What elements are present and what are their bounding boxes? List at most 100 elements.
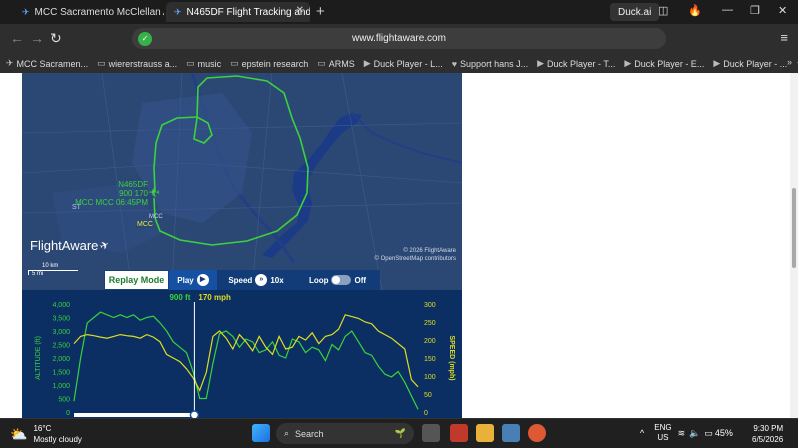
bookmark-item[interactable]: ▶ Duck Player - T... [537, 58, 615, 69]
osm-text[interactable]: © OpenStreetMap contributors [375, 255, 456, 263]
search-highlight-icon: 🌱 [394, 428, 406, 438]
aircraft-tail: N465DF [118, 180, 148, 189]
clock-time: 9:30 PM [753, 424, 784, 433]
y-right-tick-label: 200 [424, 338, 436, 345]
tab-n465df-tracking[interactable]: ✈ N465DF Flight Tracking and H ✕ [166, 2, 310, 22]
reload-icon[interactable]: ↻ [50, 30, 62, 47]
y-left-tick-label: 3,000 [52, 329, 70, 336]
windows-start-icon[interactable] [252, 424, 270, 442]
file-explorer-icon[interactable] [476, 424, 494, 442]
bookmark-item[interactable]: ✈ MCC Sacramen... [6, 58, 88, 69]
play-icon: ▶ [624, 58, 632, 68]
y-right-axis-label: SPEED (mph) [448, 335, 455, 380]
heart-icon: ♥ [451, 58, 458, 69]
city-area [132, 93, 252, 223]
logo-text: FlightAware [30, 238, 99, 253]
menu-icon[interactable]: ≡ [780, 30, 788, 45]
clock[interactable]: 9:30 PM 6/5/2026 [752, 423, 783, 445]
bookmark-item[interactable]: ▭ epstein research [230, 58, 308, 69]
y-left-axis-label: ALTITUDE (ft) [35, 336, 42, 380]
bookmark-item[interactable]: ▶ Duck Player - ... [713, 58, 787, 69]
forward-icon[interactable]: → [30, 30, 44, 46]
duckduckgo-icon[interactable] [528, 424, 546, 442]
close-tab-icon[interactable]: ✕ [296, 5, 304, 16]
app-red-icon[interactable] [450, 424, 468, 442]
loop-toggle[interactable]: Loop Off [295, 270, 380, 290]
folder-icon: ▭ [230, 58, 239, 68]
bookmark-item[interactable]: ▭ music [186, 58, 221, 69]
scale-km: 10 km [42, 263, 59, 269]
page-scrollbar[interactable] [790, 73, 798, 418]
duck-ai-button[interactable]: Duck.ai [610, 3, 660, 21]
loop-state: Off [354, 275, 367, 285]
replay-controls: Replay Mode Play ▶ Speed » 10x Loop Off [22, 270, 462, 290]
bookmark-item[interactable]: ♥ Support hans J... [452, 59, 528, 69]
bookmark-item[interactable]: ▭ ARMS [317, 58, 355, 69]
y-left-tick-label: 2,500 [52, 343, 70, 350]
aircraft-icon[interactable]: ✈ [148, 183, 160, 200]
back-icon[interactable]: ← [10, 30, 24, 46]
scrollbar-thumb[interactable] [792, 188, 796, 268]
bookmark-label: Duck Player - L... [373, 58, 443, 69]
speed-button[interactable]: Speed » 10x [217, 270, 295, 290]
language-code: ENG [654, 423, 672, 432]
taskbar: ⛅ 16°C Mostly cloudy ⌕ Search 🌱 ^ ENG US… [0, 418, 798, 448]
speed-value: 10x [270, 275, 284, 285]
url-field[interactable]: ✓ www.flightaware.com [132, 28, 666, 49]
folder-icon: ▭ [186, 58, 195, 68]
tab-title: MCC Sacramento McClellan Airpo [34, 6, 164, 18]
bookmark-item[interactable]: ▶ Duck Player - E... [624, 58, 704, 69]
page-viewport: ST MCC ✈ N465DF 900 170 MCC MCC 06:45PM … [0, 73, 790, 418]
copyright-text: © 2026 FlightAware [403, 248, 456, 254]
tab-mcc-sacramento[interactable]: ✈ MCC Sacramento McClellan Airpo [14, 2, 164, 22]
system-tray[interactable]: ^ ENG US ≋ 🔈 ▭ 45% [640, 423, 733, 443]
sidebar-toggle-icon[interactable]: ◫ [658, 4, 668, 17]
weather-widget[interactable]: ⛅ 16°C Mostly cloudy [10, 423, 82, 445]
altitude-series-line [73, 311, 419, 410]
new-tab-icon[interactable]: + [316, 3, 325, 20]
play-label: Play [177, 275, 194, 285]
tab-bar: ✈ MCC Sacramento McClellan Airpo ✈ N465D… [0, 0, 798, 24]
close-window-icon[interactable]: ✕ [778, 4, 787, 17]
y-left-tick-label: 1,000 [52, 383, 70, 390]
play-icon: ▶ [363, 58, 371, 68]
bookmark-label: Duck Player - E... [634, 58, 705, 69]
chevron-up-icon[interactable]: ^ [640, 428, 644, 438]
play-icon: ▶ [196, 274, 209, 286]
flightaware-logo[interactable]: FlightAware ✈ [30, 238, 112, 253]
y-left-tick-label: 3,500 [52, 316, 70, 323]
bookmark-label: epstein research [241, 58, 309, 69]
toggle-switch-icon[interactable] [331, 275, 352, 285]
altitude-readout: 900 ft [169, 293, 190, 302]
cloudy-weather-icon: ⛅ [10, 425, 28, 442]
maximize-icon[interactable]: ❐ [750, 4, 760, 17]
bookmark-item[interactable]: ▶ Duck Player - L... [364, 58, 443, 69]
y-right-tick-label: 150 [424, 356, 436, 363]
map-airport-dot: MCC [149, 214, 163, 220]
play-button[interactable]: Play ▶ [169, 270, 217, 290]
fire-icon[interactable]: 🔥 [688, 4, 702, 17]
bookmark-label: Support hans J... [460, 58, 529, 69]
language-region: US [657, 433, 669, 442]
bookmark-item[interactable]: ▭ wiererstrauss a... [97, 58, 177, 69]
task-view-icon[interactable] [422, 424, 440, 442]
taskbar-search[interactable]: ⌕ Search 🌱 [276, 423, 414, 444]
aircraft-route-time: MCC MCC 06:45PM [75, 198, 148, 207]
y-left-tick-label: 1,500 [52, 370, 70, 377]
bookmark-label: wiererstrauss a... [108, 58, 178, 69]
bookmark-label: MCC Sacramen... [16, 58, 89, 69]
aircraft-data-tag: N465DF 900 170 MCC MCC 06:45PM [68, 180, 148, 207]
app-stack-icon[interactable] [502, 424, 520, 442]
url-text: www.flightaware.com [352, 33, 446, 44]
play-icon: ▶ [537, 58, 545, 68]
bookmark-label: Duck Player - ... [723, 58, 788, 69]
search-icon: ⌕ [284, 428, 290, 438]
search-label: Search [295, 428, 324, 439]
bookmark-label: music [197, 58, 222, 69]
altitude-speed-chart[interactable]: 4,000 3,500 3,000 2,500 2,000 1,500 1,000 500 0 3… [22, 290, 462, 418]
airport-label[interactable]: MCC [136, 221, 154, 228]
minimize-icon[interactable]: — [722, 4, 733, 16]
shield-icon: ✓ [138, 32, 152, 46]
more-bookmarks-icon[interactable]: » [787, 57, 792, 67]
flight-map[interactable]: ST MCC ✈ N465DF 900 170 MCC MCC 06:45PM … [22, 73, 462, 290]
